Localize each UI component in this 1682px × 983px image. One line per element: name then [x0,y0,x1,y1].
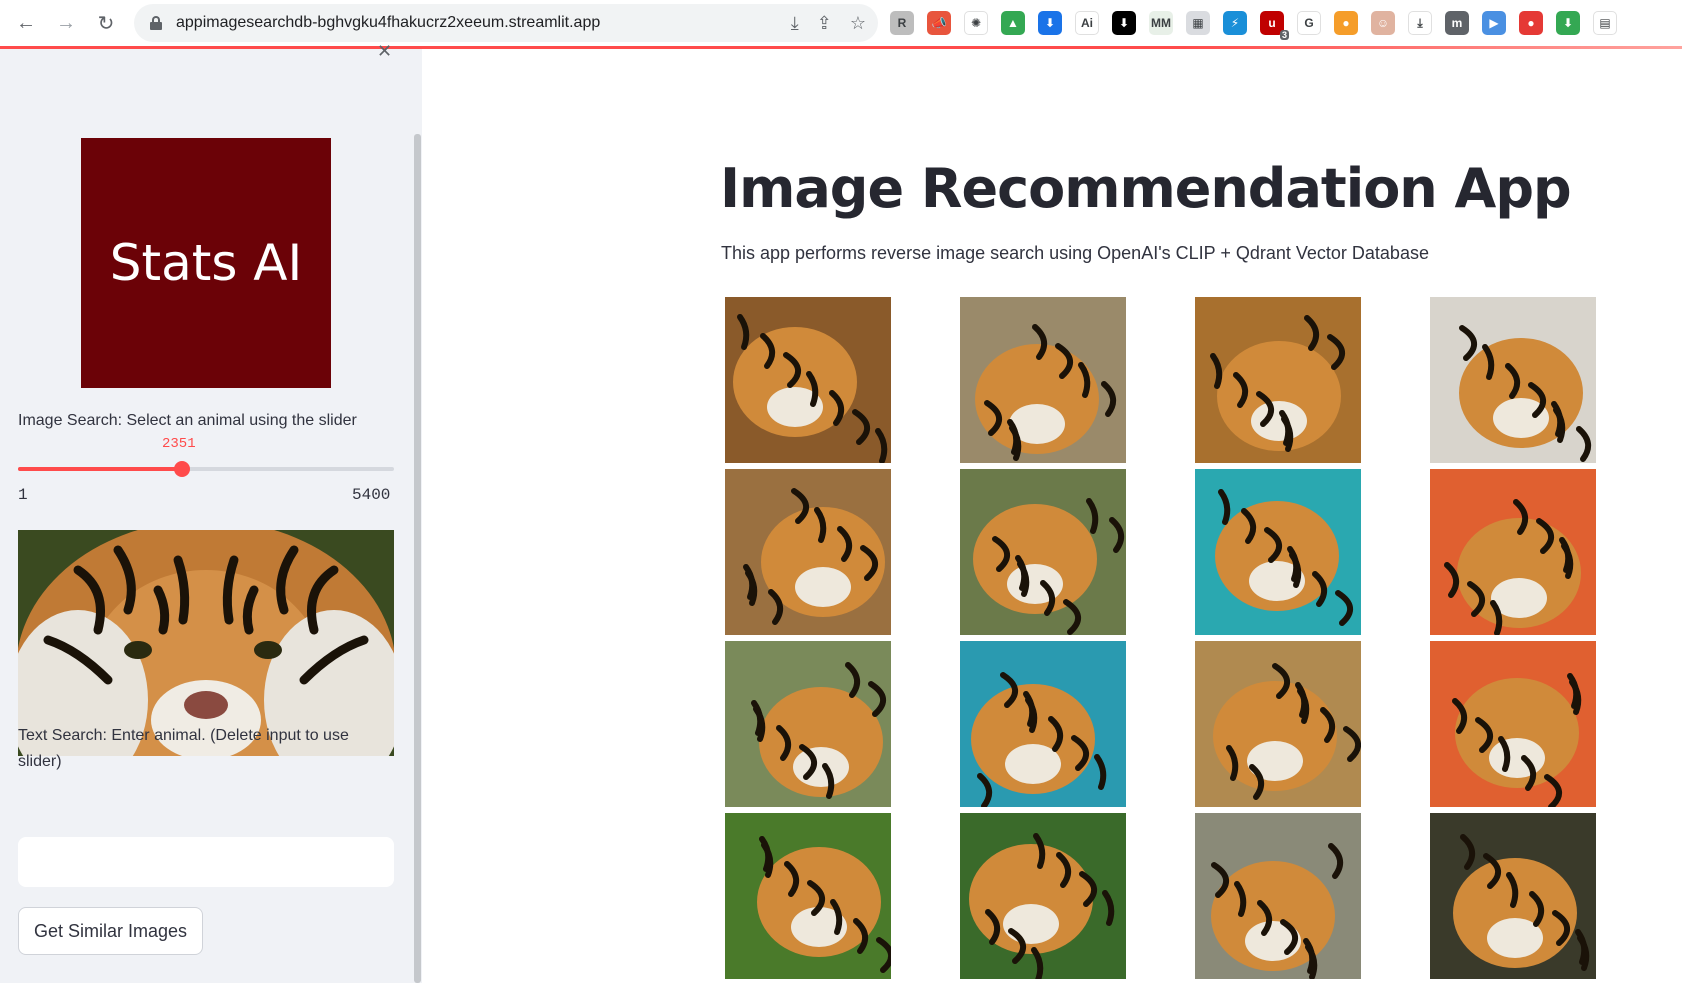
result-image-tiger-roaring [1195,297,1361,463]
slider-fill [18,467,182,471]
result-image-tiger-leaping [1430,813,1596,979]
download-icon[interactable]: ⤓ [1408,11,1432,35]
browser-toolbar: ← → ↻ appimagesearchdb-bghvgku4fhakucrz2… [0,0,1682,46]
mmra-icon[interactable]: MM [1149,11,1173,35]
url-text[interactable]: appimagesearchdb-bghvgku4fhakucrz2xeeum.… [176,14,600,32]
logo-text: Stats AI [109,234,303,292]
openai-icon[interactable]: ✺ [964,11,988,35]
share-icon[interactable]: ⇪ [817,13,832,34]
result-image-tiger-teal-roar [1195,469,1361,635]
record-icon[interactable]: ● [1519,11,1543,35]
bottle-icon[interactable]: ● [1334,11,1358,35]
result-image-white-tiger [960,813,1126,979]
result-image-tiger-standing [960,297,1126,463]
main-content: Image Recommendation App This app perfor… [422,49,1682,983]
ai-ext-icon[interactable]: Ai [1075,11,1099,35]
animal-slider[interactable] [18,461,394,477]
google-g-icon[interactable]: G [1297,11,1321,35]
result-image-tiger-head-down [725,469,891,635]
extensions-bar: R 📣 ✺ ▲ ⬇ Ai ⬇ MM ▦ ⚡ u 3 G ● ☺ ⤓ m ▶ ● ⬇ ▤ [890,6,1617,40]
zap-icon[interactable]: ⚡ [1223,11,1247,35]
lock-icon [150,16,162,30]
ublock-icon[interactable]: u3 [1260,11,1289,40]
image-search-label: Image Search: Select an animal using the… [18,412,357,429]
animal-text-input[interactable] [18,837,394,887]
google-drive-icon[interactable]: ▲ [1001,11,1025,35]
reader-icon[interactable]: ▤ [1593,11,1617,35]
slider-value: 2351 [162,436,196,452]
result-image-tiger-water [960,641,1126,807]
result-image-tiger-face [725,297,891,463]
sidebar: ✕ Stats AI Image Search: Select an anima… [0,41,422,983]
result-image-tiger-road [1195,813,1361,979]
bookmark-star-icon[interactable]: ☆ [850,13,866,34]
m-ext-icon[interactable]: m [1445,11,1469,35]
megaphone-icon[interactable]: 📣 [927,11,951,35]
tabs-icon[interactable]: ▦ [1186,11,1210,35]
result-image-tiger-orange-roar [1430,469,1596,635]
result-image-tiger-portrait [725,813,891,979]
result-image-tiger-walking [960,469,1126,635]
close-sidebar-icon[interactable]: ✕ [377,41,392,62]
slider-min-label: 1 [18,486,28,504]
address-bar[interactable]: appimagesearchdb-bghvgku4fhakucrz2xeeum.… [134,4,878,42]
sidebar-scrollbar[interactable] [414,134,421,983]
get-similar-images-button[interactable]: Get Similar Images [18,907,204,955]
download-black-icon[interactable]: ⬇ [1112,11,1136,35]
install-app-icon[interactable]: ⤓ [791,13,799,34]
result-image-tiger-red-fence [725,641,891,807]
text-search-label-line2: slider) [18,753,62,770]
forward-arrow-icon[interactable]: → [46,3,86,43]
result-image-tiger-orange-roar-2 [1430,641,1596,807]
slider-thumb[interactable] [174,461,190,477]
r-ext-icon[interactable]: R [890,11,914,35]
reload-icon[interactable]: ↻ [86,3,126,43]
save-icon[interactable]: ⬇ [1038,11,1062,35]
green-download-icon[interactable]: ⬇ [1556,11,1580,35]
text-search-label-line1: Text Search: Enter animal. (Delete input… [18,727,349,744]
face-icon[interactable]: ☺ [1371,11,1395,35]
page-subtitle: This app performs reverse image search u… [721,243,1429,263]
result-image-tiger-closeup-roar [1430,297,1596,463]
page-title: Image Recommendation App [720,157,1572,220]
result-image-tiger-prowl [1195,641,1361,807]
stats-ai-logo: Stats AI [81,138,331,388]
back-arrow-icon[interactable]: ← [6,3,46,43]
slider-max-label: 5400 [352,486,391,504]
play-icon[interactable]: ▶ [1482,11,1506,35]
